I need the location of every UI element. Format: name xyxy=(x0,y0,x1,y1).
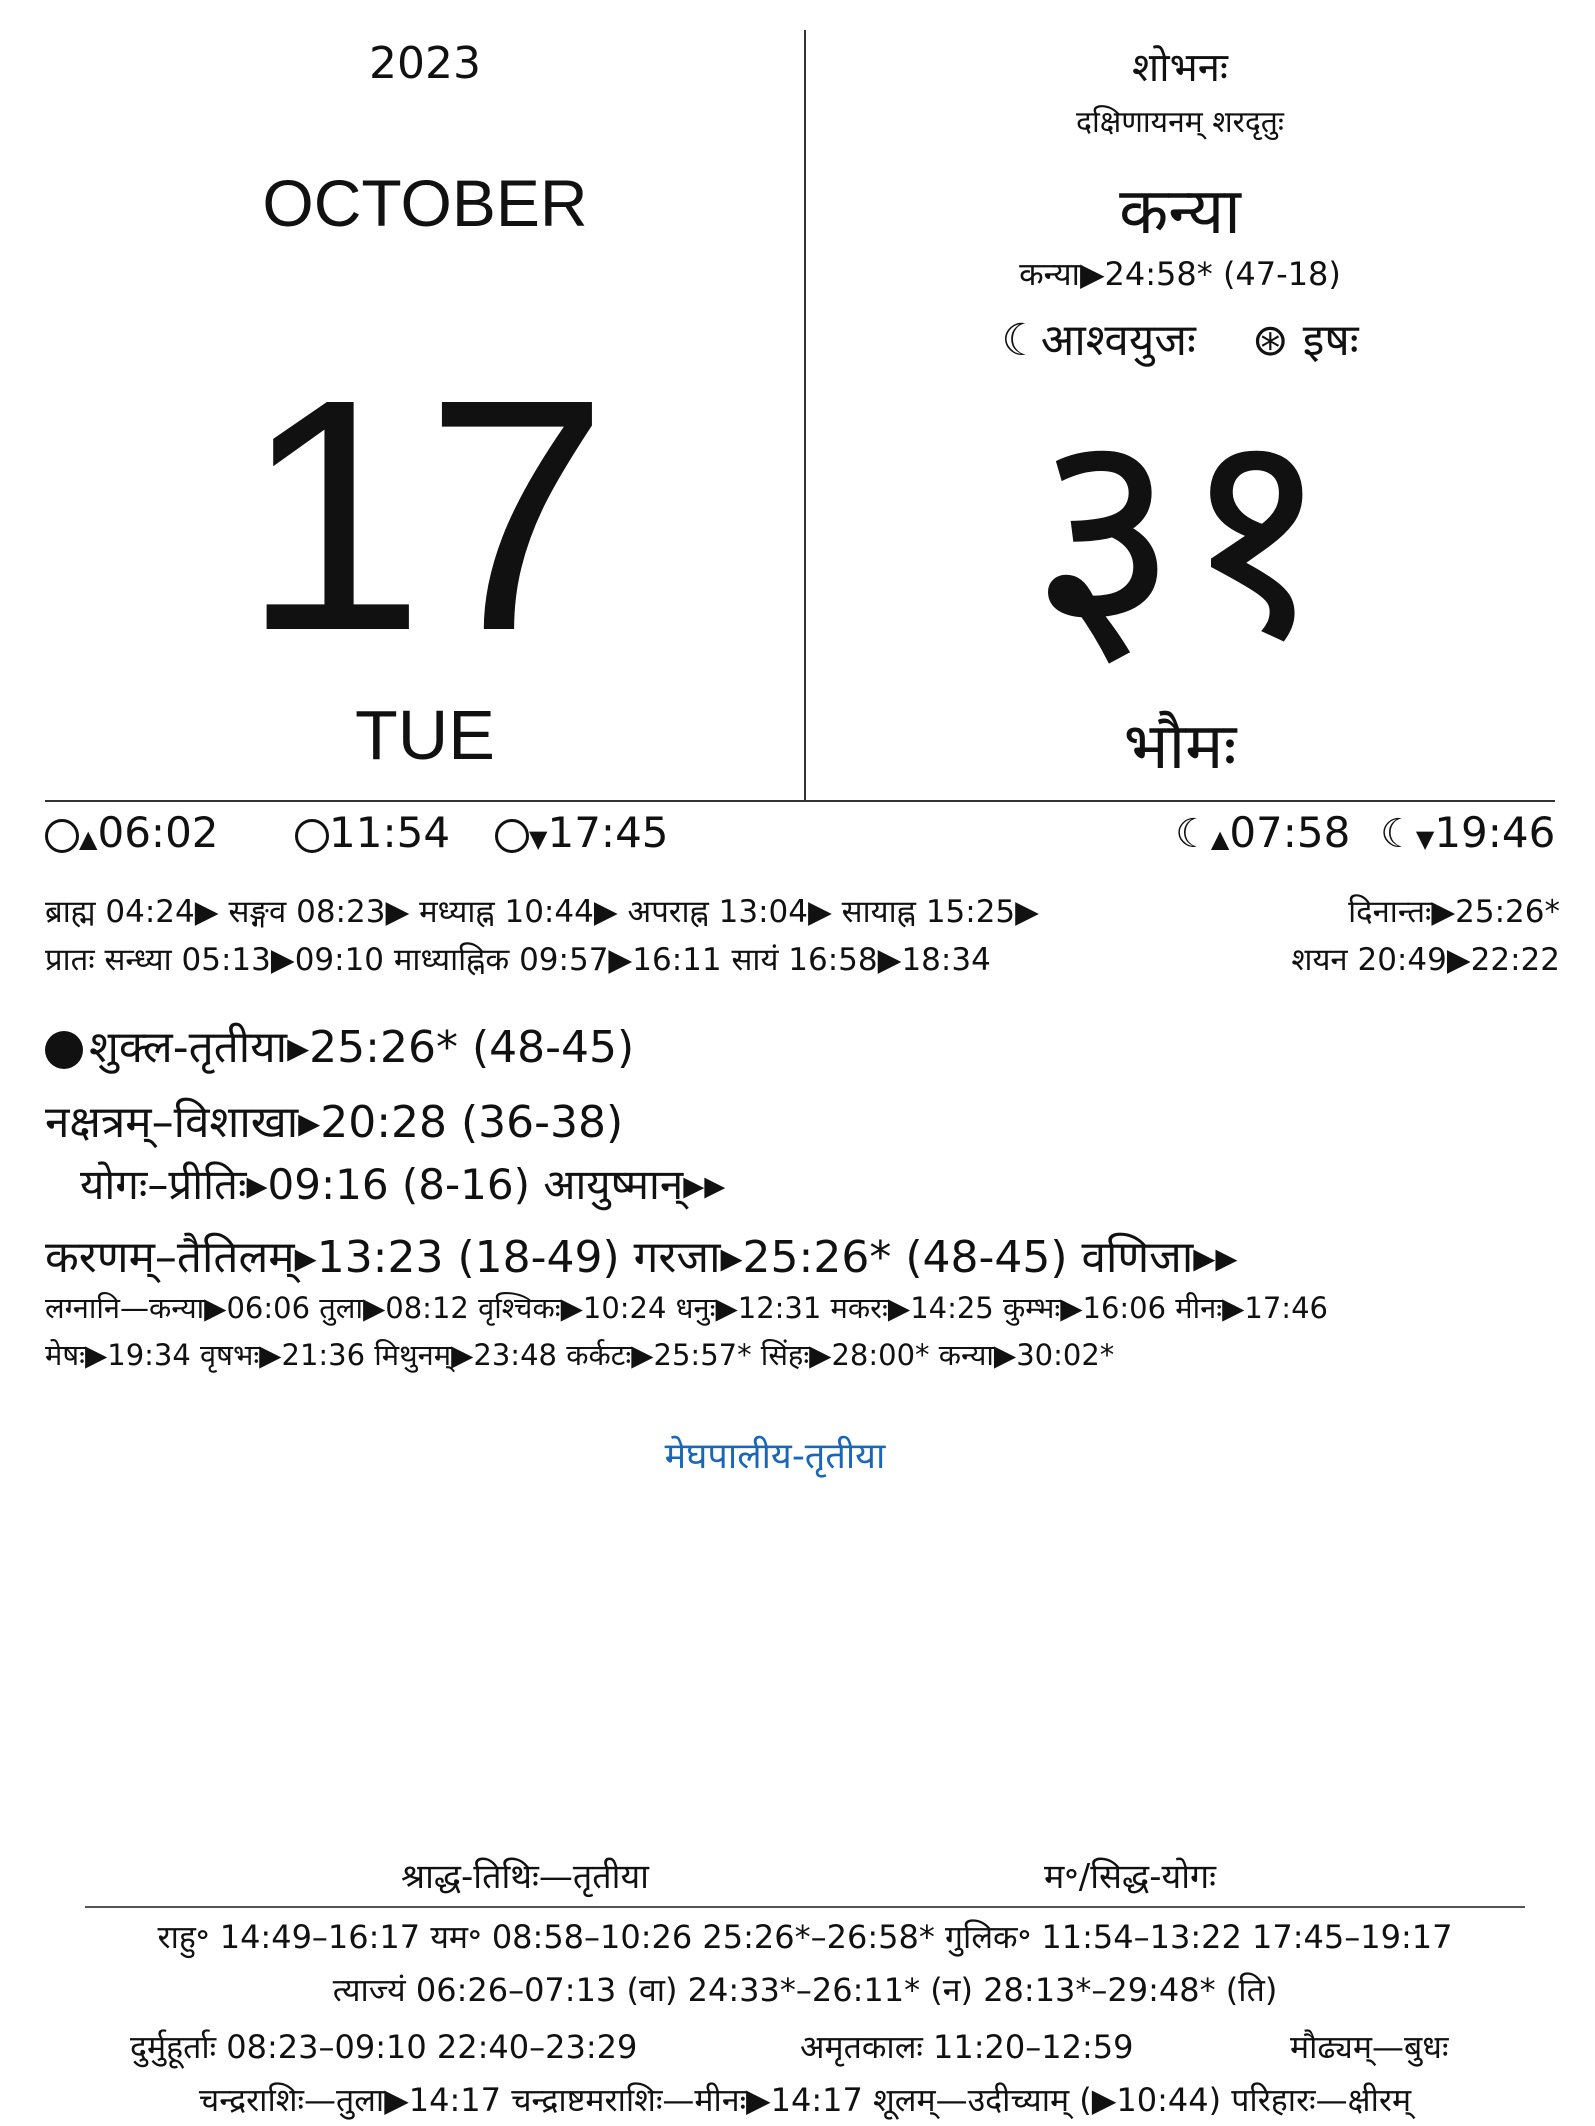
nakshatra: नक्षत्रम्–विशाखा▸20:28 (36-38) xyxy=(45,1097,624,1148)
sunset-icon xyxy=(495,818,529,853)
horizontal-divider-bottom xyxy=(85,1906,1525,1908)
sunset: ▼17:45 xyxy=(495,808,669,857)
moonrise: ☾▲07:58 xyxy=(1175,808,1351,857)
yoga-name: शोभनः xyxy=(1132,45,1228,91)
moonset-icon: ☾ xyxy=(1380,811,1416,857)
tithi: शुक्ल-तृतीया▸25:26* (48-45) xyxy=(45,1015,634,1075)
ayana-ritu: दक्षिणायनम् शरदृतुः xyxy=(1076,105,1284,140)
sunrise: ▲06:02 xyxy=(45,808,219,857)
tyajya: त्याज्यं 06:26–07:13 (वा) 24:33*–26:11* … xyxy=(332,1971,1278,2009)
amrita-kala: अमृतकालः 11:20–12:59 xyxy=(800,2028,1134,2066)
vertical-divider xyxy=(804,30,806,800)
solar-noon: 11:54 xyxy=(295,808,450,857)
sandhya-line: प्रातः सन्ध्या 05:13▶09:10 माध्याह्निक 0… xyxy=(45,942,991,978)
saura-date: ३१ xyxy=(1029,366,1331,703)
month: OCTOBER xyxy=(262,166,588,240)
solar-rashi: कन्या xyxy=(1119,175,1241,249)
weekday: TUE xyxy=(355,696,495,774)
maudhya: मौढ्यम्—बुधः xyxy=(1290,2028,1449,2066)
festival: मेघपालीय-तृतीया xyxy=(664,1436,886,1477)
lagna-line2: मेषः▶19:34 वृषभः▶21:36 मिथुनम्▶23:48 कर्… xyxy=(45,1338,1115,1372)
moonrise-icon: ☾ xyxy=(1175,811,1211,857)
sun-icon xyxy=(295,818,329,853)
month-names: ☾आश्वयुजः ⊛ इषः xyxy=(1001,308,1358,368)
solar-month: ⊛ इषः xyxy=(1251,315,1359,366)
karana: करणम्–तैतिलम्▸13:23 (18-49) गरजा▸25:26* … xyxy=(45,1232,1238,1283)
horizontal-divider-top xyxy=(45,800,1555,802)
lunar-month: ☾आश्वयुजः xyxy=(1001,315,1196,366)
sunrise-icon xyxy=(45,818,79,853)
moon-phase-icon xyxy=(45,1031,83,1069)
sraddha-tithi: श्राद्ध-तिथिः—तृतीया xyxy=(401,1857,649,1897)
moonset: ☾▼19:46 xyxy=(1380,808,1556,857)
day-number: 17 xyxy=(241,330,609,699)
chandra-rashi-line: चन्द्रराशिः—तुला▶14:17 चन्द्राष्टमराशिः—… xyxy=(198,2081,1412,2119)
yoga: योगः–प्रीतिः▸09:16 (8-16) आयुष्मान्▸▸ xyxy=(80,1160,726,1209)
rashi-time: कन्या▶24:58* (47-18) xyxy=(1019,255,1341,293)
muhurta-line1: ब्राह्म 04:24▶ सङ्गव 08:23▶ मध्याह्न 10:… xyxy=(45,894,1039,930)
durmuhurta: दुर्मुहूर्ताः 08:23–09:10 22:40–23:29 xyxy=(130,2028,638,2066)
vaara: भौमः xyxy=(1123,710,1237,784)
shayana: शयन 20:49▶22:22 xyxy=(1291,942,1560,978)
dinanta: दिनान्तः▶25:26* xyxy=(1348,894,1560,930)
rahu-yama-gulika: राहु॰ 14:49–16:17 यम॰ 08:58–10:26 25:26*… xyxy=(157,1918,1453,1956)
lagna-line1: लग्नानि—कन्या▶06:06 तुला▶08:12 वृश्चिकः▶… xyxy=(45,1291,1328,1325)
year: 2023 xyxy=(369,38,481,89)
siddha-yoga: म॰/सिद्ध-योगः xyxy=(1043,1857,1217,1897)
